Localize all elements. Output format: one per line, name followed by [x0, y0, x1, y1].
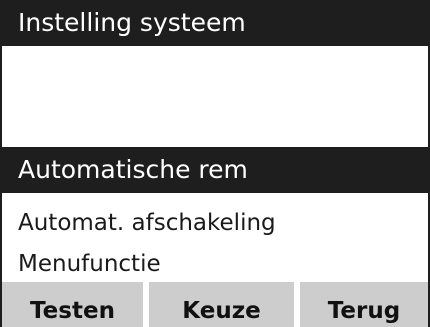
content-area [2, 46, 428, 147]
softkey-bar: Testen Keuze Terug [2, 282, 428, 327]
testen-button[interactable]: Testen [2, 282, 143, 327]
keuze-button[interactable]: Keuze [149, 282, 294, 327]
section-header: Automatische rem [2, 147, 428, 193]
display-screen: Instelling systeem Automatische rem Auto… [0, 0, 430, 327]
screen-title: Instelling systeem [2, 0, 428, 46]
menu-item-menufunctie[interactable]: Menufunctie [2, 244, 428, 284]
menu-item-automat-afschakeling[interactable]: Automat. afschakeling [2, 203, 428, 243]
terug-button[interactable]: Terug [300, 282, 428, 327]
